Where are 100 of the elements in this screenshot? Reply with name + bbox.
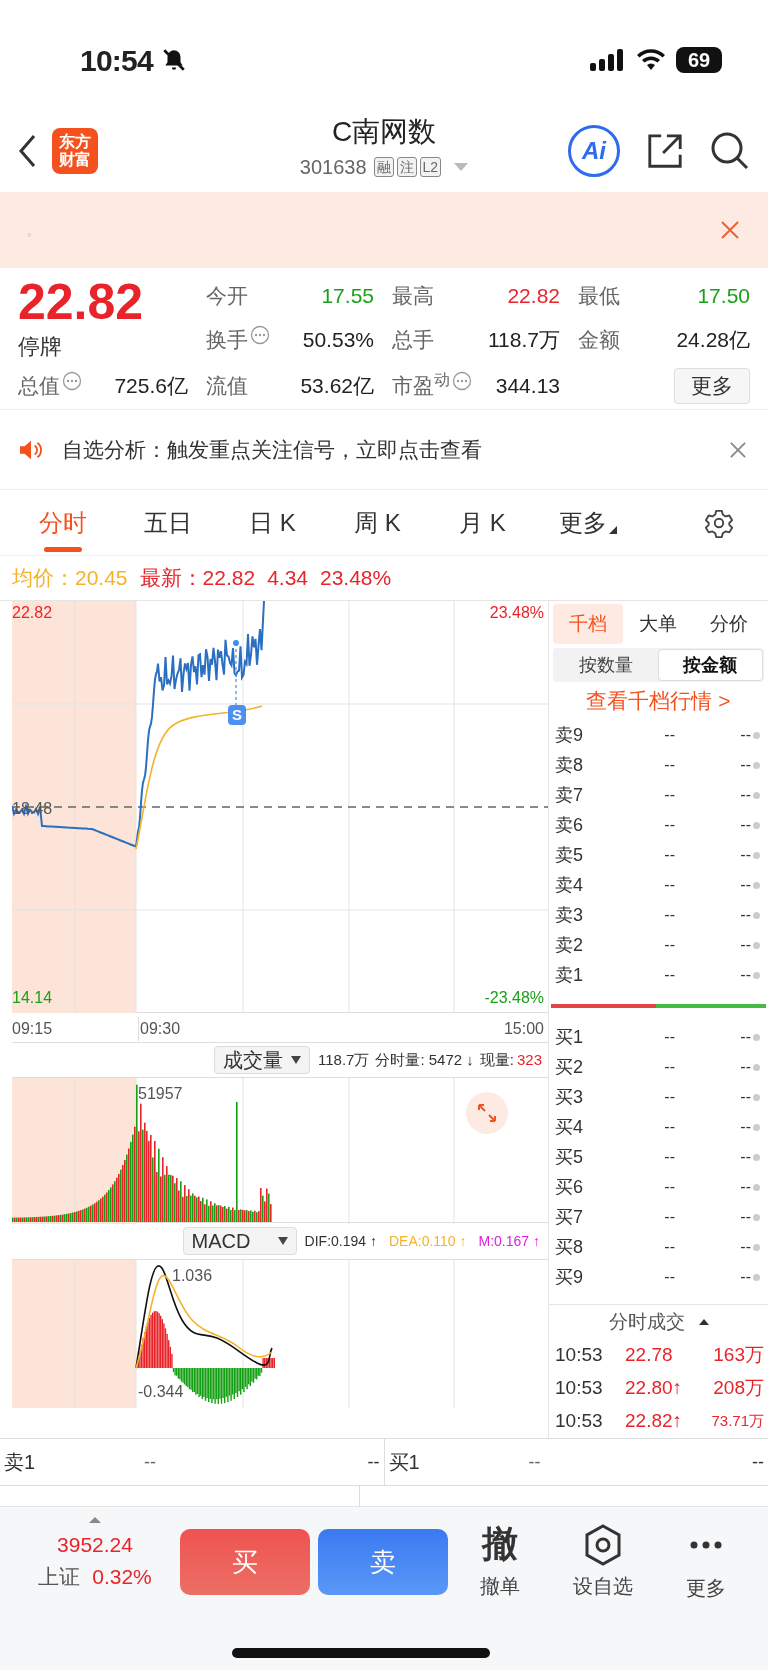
- level-price: --: [663, 785, 675, 806]
- sort-icon[interactable]: [698, 1319, 709, 1326]
- level-volume: --: [740, 965, 751, 986]
- level-volume: --: [740, 1207, 751, 1228]
- battery-level: 69: [676, 47, 722, 73]
- level-volume: --: [740, 755, 751, 776]
- time-label: 09:30: [138, 1017, 181, 1041]
- level-label: 卖7: [555, 784, 584, 807]
- level-price: --: [663, 725, 675, 746]
- up-caret-icon: [89, 1517, 101, 1523]
- level-volume: --: [740, 725, 751, 746]
- stat-label: 流值: [206, 373, 248, 400]
- stock-tag: L2: [419, 157, 442, 177]
- level-volume: --: [740, 785, 751, 806]
- share-icon[interactable]: [646, 132, 684, 170]
- level-label: 卖1: [4, 1450, 37, 1475]
- stat-value: 24.28亿: [676, 327, 750, 354]
- toolbar-button[interactable]: 设自选: [563, 1521, 643, 1603]
- current-volume: 323: [516, 1049, 542, 1070]
- logo-text: 东方: [59, 133, 91, 151]
- index-change: 0.32%: [92, 1563, 152, 1590]
- level-volume: --: [740, 845, 751, 866]
- stock-tag: 融: [373, 157, 394, 177]
- caret-icon: [277, 1237, 288, 1245]
- stat-label: 换手: [206, 327, 248, 354]
- level-volume: --: [740, 1177, 751, 1198]
- chart-tab[interactable]: 五日: [115, 489, 220, 556]
- close-icon[interactable]: [720, 220, 740, 240]
- trade-time: 10:53: [555, 1343, 604, 1368]
- level-label: 买1: [555, 1025, 584, 1049]
- ticks-title: 分时成交: [608, 1310, 685, 1335]
- more-button[interactable]: 更多: [674, 368, 750, 404]
- wifi-icon: [636, 48, 666, 72]
- level-label: 卖1: [555, 964, 584, 987]
- chart-tab[interactable]: 周 K: [325, 489, 430, 556]
- level-label: 卖4: [555, 874, 584, 897]
- level-volume: --: [740, 1147, 751, 1168]
- index-value: 3952.24: [57, 1532, 133, 1558]
- m-value: M:0.167 ↑: [478, 1231, 540, 1251]
- more-icon: [690, 1541, 723, 1549]
- average-price-label: 均价：: [12, 565, 75, 592]
- info-icon[interactable]: [250, 325, 270, 345]
- minute-volume: 分时量: 5472 ↓: [375, 1049, 474, 1070]
- current-volume-label: 现量:: [479, 1049, 514, 1070]
- level-price: --: [663, 875, 675, 896]
- caret-icon: [608, 525, 617, 534]
- level-price: --: [663, 935, 675, 956]
- stat-label: 最高: [392, 283, 434, 310]
- stock-title: C南网数: [331, 115, 437, 149]
- close-icon[interactable]: [730, 441, 746, 458]
- logo-text: 财富: [59, 151, 91, 169]
- toolbar-button[interactable]: 更多: [666, 1521, 747, 1603]
- info-icon[interactable]: [452, 371, 472, 391]
- index-name: 上证: [38, 1563, 81, 1590]
- trading-status: 停牌: [18, 333, 63, 361]
- level-label: 卖8: [555, 754, 584, 777]
- toolbar-button[interactable]: 撤 撤单: [459, 1521, 540, 1603]
- expand-button[interactable]: [466, 1092, 508, 1134]
- stat-value: 725.6亿: [114, 373, 188, 400]
- expand-icon: [477, 1103, 497, 1123]
- mode-tab[interactable]: 按金额: [657, 648, 763, 682]
- info-icon[interactable]: [62, 371, 82, 391]
- level-label: 卖5: [555, 844, 584, 867]
- chart-tab[interactable]: 日 K: [220, 489, 325, 556]
- back-icon[interactable]: [18, 133, 38, 169]
- settings-icon[interactable]: [704, 507, 734, 538]
- mode-tab[interactable]: 按数量: [554, 648, 658, 682]
- stat-label: 总值: [18, 373, 60, 400]
- book-tab[interactable]: 分价: [693, 604, 764, 645]
- stat-label: 最低: [578, 283, 620, 310]
- book-tab[interactable]: 大单: [623, 604, 694, 645]
- level-volume: --: [740, 1057, 751, 1078]
- level-price: --: [663, 1057, 675, 1078]
- chart-tab[interactable]: 更多: [535, 489, 640, 556]
- stat-value: 118.7万: [488, 327, 560, 354]
- stat-value: 344.13: [495, 373, 560, 400]
- search-icon[interactable]: [710, 131, 750, 171]
- level-label: 买4: [555, 1115, 584, 1139]
- indicator-dropdown[interactable]: MACD: [182, 1227, 297, 1255]
- level-label: 卖9: [555, 724, 584, 747]
- chart-tab[interactable]: 月 K: [430, 489, 535, 556]
- status-time: 10:54: [80, 42, 153, 79]
- axis-label: -0.344: [138, 1382, 184, 1402]
- trade-amount: 73.71万: [711, 1411, 764, 1432]
- level-volume: --: [740, 1027, 751, 1048]
- time-label: 15:00: [503, 1019, 544, 1039]
- trade-amount: 208万: [713, 1376, 764, 1401]
- indicator-dropdown[interactable]: 成交量: [214, 1046, 310, 1074]
- trade-amount: 163万: [713, 1343, 764, 1368]
- level-price: --: [663, 1147, 675, 1168]
- level-volume: --: [740, 815, 751, 836]
- level-label: 卖3: [555, 904, 584, 927]
- speaker-icon: [18, 438, 44, 461]
- axis-label: 18.48: [12, 799, 53, 819]
- level-volume: --: [740, 875, 751, 896]
- ai-button[interactable]: Ai: [568, 125, 620, 177]
- caret-icon[interactable]: [454, 163, 469, 171]
- level-label: 买6: [555, 1175, 584, 1199]
- stat-label: 今开: [206, 283, 248, 310]
- notice-text[interactable]: 自选分析：触发重点关注信号，立即点击查看: [62, 433, 482, 466]
